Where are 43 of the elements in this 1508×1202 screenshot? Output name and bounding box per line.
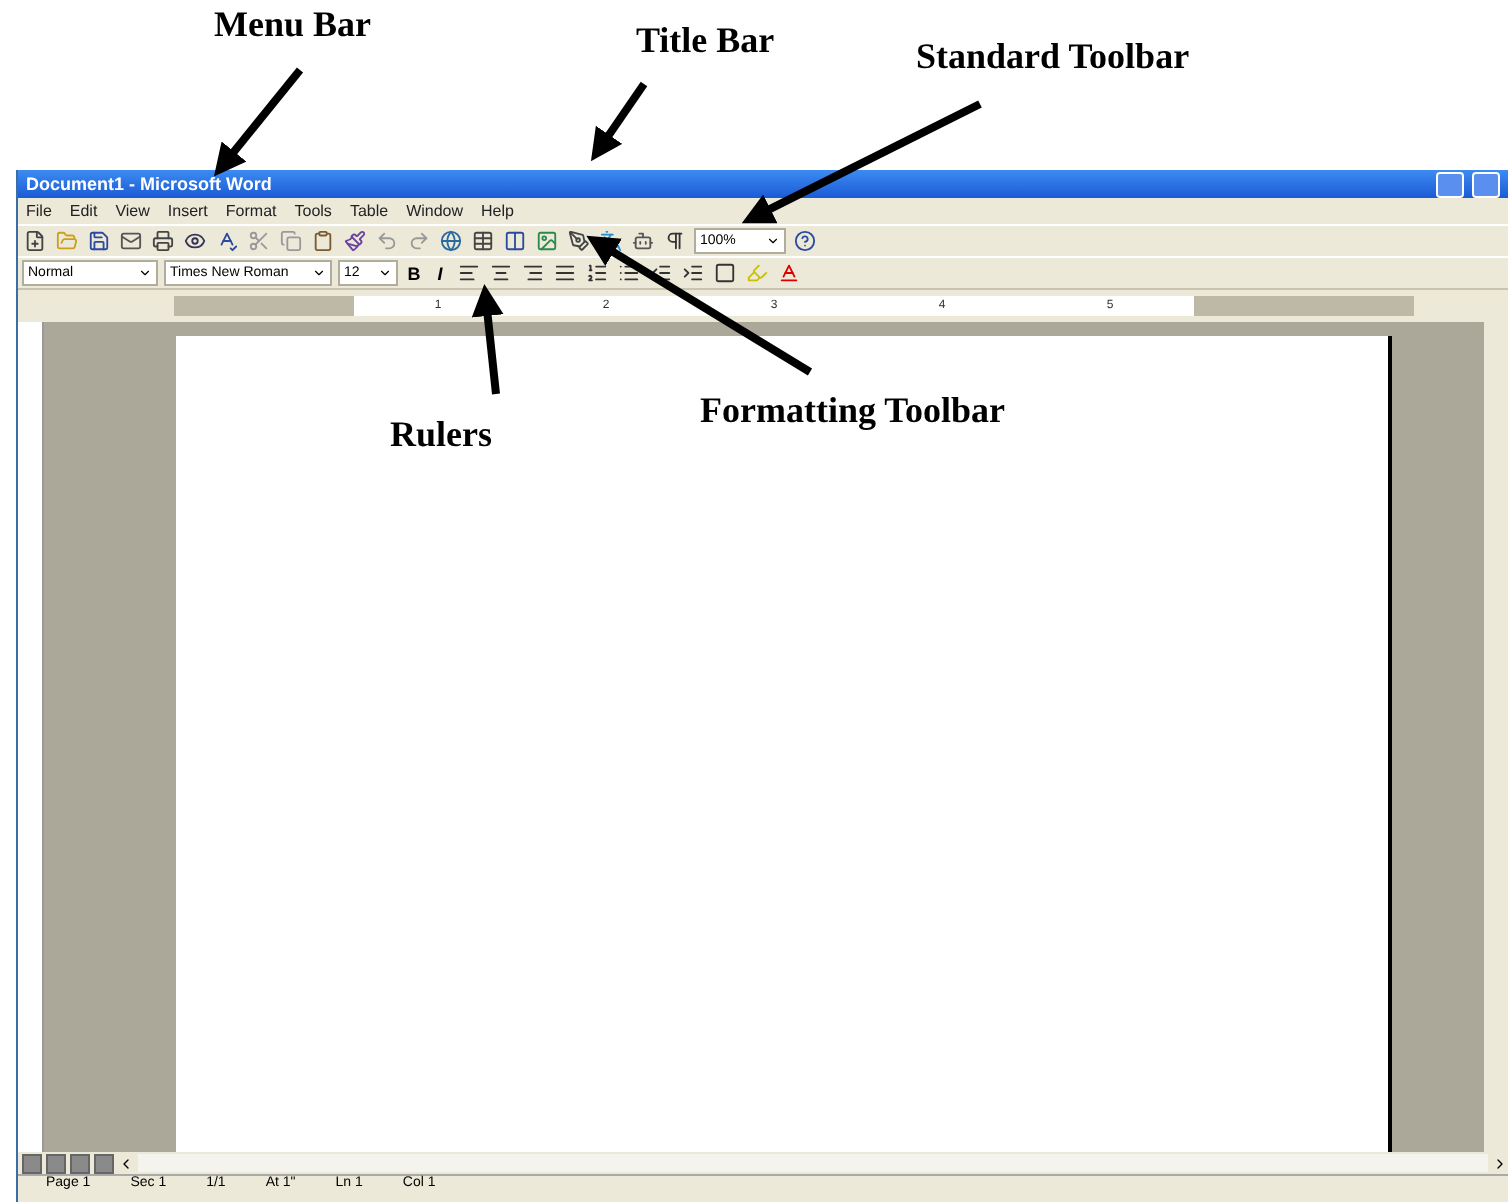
menu-item[interactable]: Help <box>481 202 514 220</box>
font-color-icon[interactable] <box>776 260 802 286</box>
arrow <box>213 67 304 177</box>
scroll-left-icon[interactable] <box>118 1155 134 1171</box>
justify-icon[interactable] <box>552 260 578 286</box>
menu-item[interactable]: Format <box>225 202 277 220</box>
decrease-indent-icon[interactable] <box>648 260 674 286</box>
mail-icon[interactable] <box>118 228 144 254</box>
menu-item[interactable]: View <box>115 202 150 220</box>
horizontal-scrollbar[interactable] <box>138 1154 1488 1172</box>
bold-button[interactable]: B <box>404 263 424 283</box>
pilcrow-icon[interactable] <box>662 228 688 254</box>
italic-button[interactable]: I <box>430 263 450 283</box>
menu-item[interactable]: Window <box>406 202 464 220</box>
arrow <box>590 81 648 162</box>
printer-icon[interactable] <box>150 228 176 254</box>
minimize-button[interactable] <box>1436 171 1464 197</box>
help-icon[interactable] <box>792 228 818 254</box>
paintbrush-icon[interactable] <box>342 228 368 254</box>
align-right-icon[interactable] <box>520 260 546 286</box>
columns-icon[interactable] <box>502 228 528 254</box>
align-left-icon[interactable] <box>456 260 482 286</box>
print-preview-icon[interactable] <box>182 228 208 254</box>
align-center-icon[interactable] <box>488 260 514 286</box>
picture-icon[interactable] <box>534 228 560 254</box>
menu-item[interactable]: Table <box>349 202 389 220</box>
save-icon[interactable] <box>86 228 112 254</box>
increase-indent-icon[interactable] <box>680 260 706 286</box>
border-icon[interactable] <box>712 260 738 286</box>
menu-item[interactable]: Edit <box>69 202 98 220</box>
menu-item[interactable]: Insert <box>167 202 208 220</box>
globe-icon[interactable] <box>438 228 464 254</box>
new-document-icon[interactable] <box>22 228 48 254</box>
menu-item[interactable]: File <box>26 202 52 220</box>
numbered-list-icon[interactable] <box>584 260 610 286</box>
clipboard-icon[interactable] <box>310 228 336 254</box>
restore-button[interactable] <box>1472 171 1500 197</box>
scroll-right-icon[interactable] <box>1492 1155 1508 1171</box>
drawing-icon[interactable] <box>566 228 592 254</box>
arrow <box>471 284 504 395</box>
table-icon[interactable] <box>470 228 496 254</box>
window-title: Document1 - Microsoft Word <box>26 174 274 194</box>
menu-item[interactable]: Tools <box>294 202 332 220</box>
